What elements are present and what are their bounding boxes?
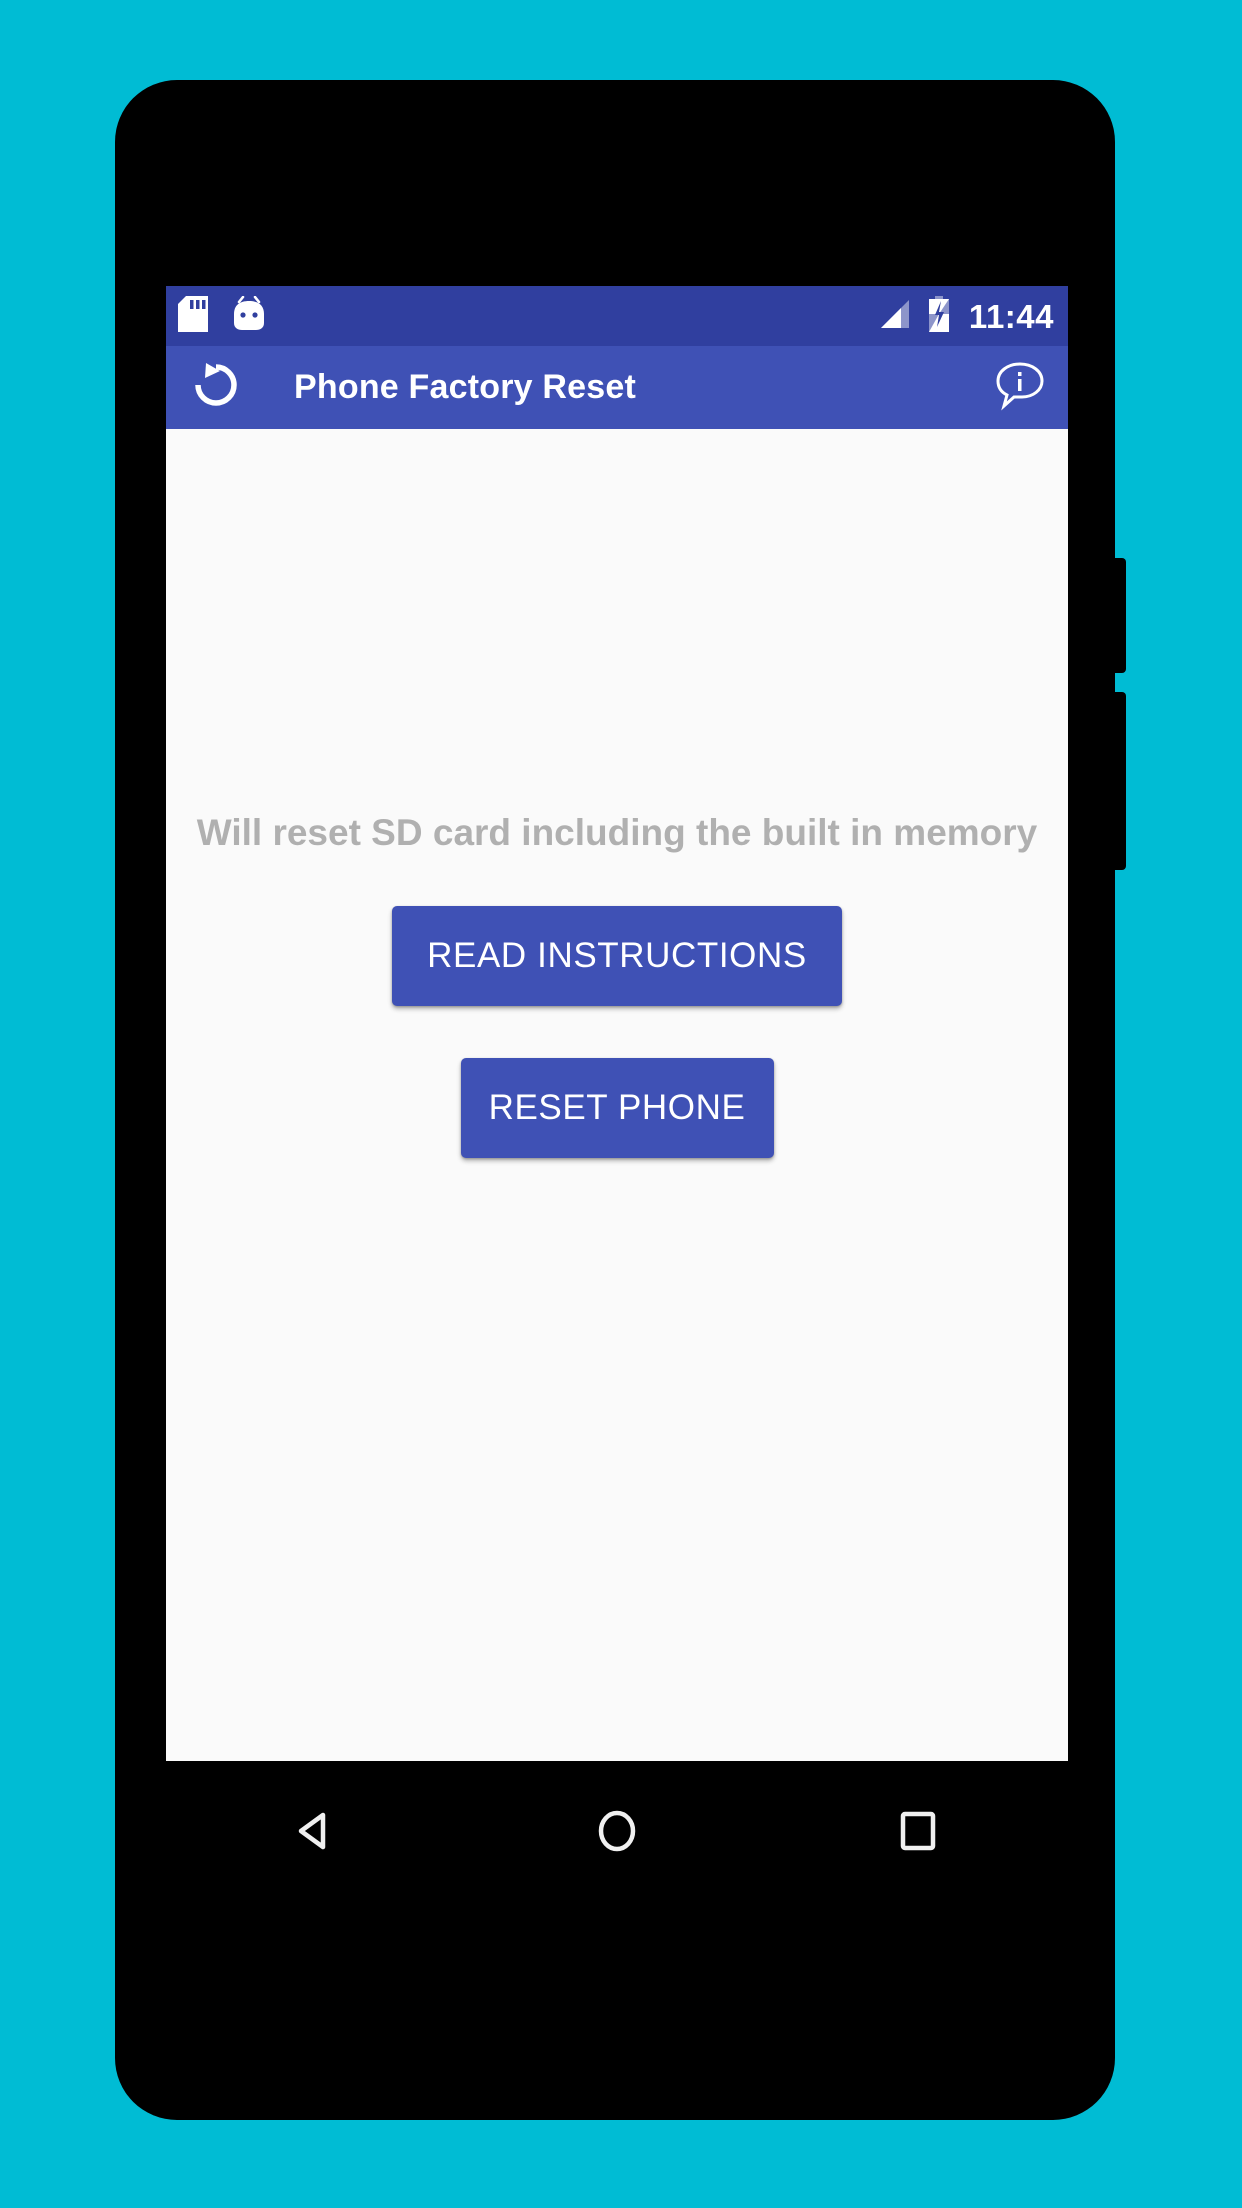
status-bar: 11:44 — [166, 286, 1068, 346]
cellular-signal-icon — [879, 298, 913, 335]
battery-charging-icon — [927, 295, 951, 337]
rotate-reset-icon[interactable] — [190, 359, 242, 416]
hint-text: Will reset SD card including the built i… — [196, 812, 1038, 853]
status-bar-clock: 11:44 — [968, 297, 1054, 335]
reset-phone-button[interactable]: RESET PHONE — [460, 1058, 774, 1158]
sd-card-icon — [178, 295, 208, 337]
power-button[interactable] — [1113, 558, 1126, 673]
android-mascot-icon — [230, 295, 268, 337]
status-bar-left-icons — [178, 295, 268, 337]
nav-back-button[interactable] — [256, 1771, 376, 1891]
info-bubble-icon[interactable] — [994, 359, 1046, 416]
nav-home-button[interactable] — [557, 1771, 677, 1891]
app-bar: Phone Factory Reset — [166, 346, 1068, 429]
nav-recents-button[interactable] — [858, 1771, 978, 1891]
read-instructions-button[interactable]: READ INSTRUCTIONS — [392, 906, 842, 1006]
phone-screen: 11:44 Phone Factory Reset Will reset SD … — [166, 286, 1068, 1761]
status-bar-right-icons: 11:44 — [879, 295, 1054, 337]
main-content: Will reset SD card including the built i… — [166, 429, 1068, 1761]
volume-button[interactable] — [1113, 692, 1126, 870]
page-title: Phone Factory Reset — [294, 368, 637, 406]
navigation-bar — [166, 1761, 1068, 1901]
